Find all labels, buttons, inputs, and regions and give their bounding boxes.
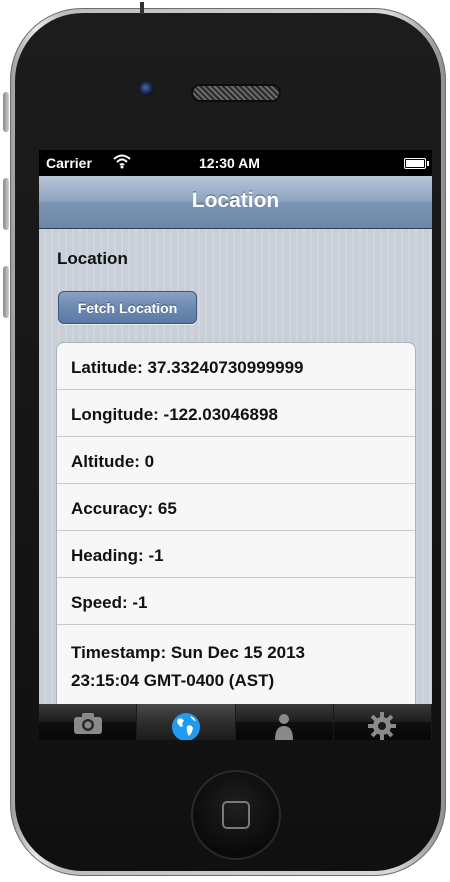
person-icon	[273, 712, 295, 740]
clock: 12:30 AM	[199, 155, 260, 171]
carrier-label: Carrier	[46, 155, 92, 171]
tab-bar	[39, 704, 432, 740]
globe-icon	[171, 712, 201, 740]
latitude-row: Latitude: 37.33240730999999	[57, 343, 415, 390]
section-label: Location	[57, 249, 128, 268]
status-bar: Carrier 12:30 AM	[39, 150, 432, 176]
screen: Carrier 12:30 AM Location Location Fetch…	[39, 150, 432, 740]
sleep-button	[140, 2, 144, 14]
earpiece-speaker	[193, 86, 279, 100]
camera-icon	[73, 712, 103, 739]
tab-settings[interactable]	[334, 704, 432, 740]
content-area: Location Fetch Location Latitude: 37.332…	[39, 229, 432, 740]
front-camera	[140, 82, 154, 96]
battery-icon	[404, 158, 429, 169]
home-square-icon	[222, 801, 250, 829]
navigation-bar: Location	[39, 176, 432, 229]
volume-up-button	[3, 178, 9, 230]
timestamp-line-2: 23:15:04 GMT-0400 (AST)	[71, 671, 275, 690]
heading-row: Heading: -1	[57, 531, 415, 578]
mute-switch	[3, 92, 9, 132]
speed-row: Speed: -1	[57, 578, 415, 625]
volume-down-button	[3, 266, 9, 318]
altitude-row: Altitude: 0	[57, 437, 415, 484]
tab-location[interactable]	[137, 704, 236, 740]
tab-camera[interactable]	[39, 704, 138, 740]
timestamp-row: Timestamp: Sun Dec 15 2013 23:15:04 GMT-…	[57, 625, 415, 695]
accuracy-row: Accuracy: 65	[57, 484, 415, 531]
location-info-list: Latitude: 37.33240730999999 Longitude: -…	[56, 342, 416, 740]
wifi-icon	[112, 153, 132, 174]
timestamp-line-1: Timestamp: Sun Dec 15 2013	[71, 643, 306, 662]
longitude-row: Longitude: -122.03046898	[57, 390, 415, 437]
tab-contacts[interactable]	[236, 704, 334, 740]
home-button[interactable]	[193, 772, 279, 858]
fetch-location-button[interactable]: Fetch Location	[58, 291, 197, 324]
gear-icon	[368, 712, 397, 740]
nav-title: Location	[191, 189, 280, 212]
